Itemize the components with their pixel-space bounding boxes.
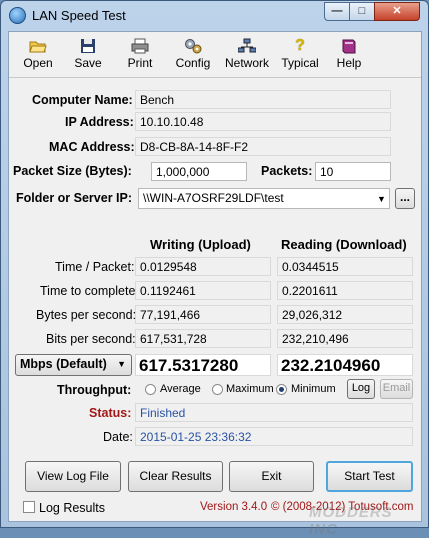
- title-bar[interactable]: LAN Speed Test — □ ✕: [1, 1, 428, 31]
- browse-button[interactable]: ...: [395, 188, 415, 209]
- config-button[interactable]: Config: [170, 36, 216, 76]
- network-button[interactable]: Network: [221, 36, 273, 76]
- bytes-per-second-read: 29,026,312: [277, 305, 413, 324]
- toolbar: Open Save Print Config Network ? Typical…: [9, 32, 421, 78]
- gears-icon: [184, 38, 202, 54]
- radio-maximum-label: Maximum: [226, 383, 274, 395]
- folder-label: Folder or Server IP:: [16, 191, 133, 205]
- book-icon: [340, 38, 358, 54]
- clear-results-button[interactable]: Clear Results: [128, 461, 223, 492]
- floppy-disk-icon: [79, 38, 97, 54]
- ip-address-label: IP Address:: [65, 115, 134, 129]
- date-value: 2015-01-25 23:36:32: [135, 427, 413, 446]
- mbps-read-value: 232.2104960: [277, 354, 413, 376]
- minimize-button[interactable]: —: [324, 2, 350, 21]
- unit-select[interactable]: Mbps (Default) ▼: [15, 354, 132, 376]
- time-per-packet-read: 0.0344515: [277, 257, 413, 276]
- bits-per-second-label: Bits per second:: [46, 332, 136, 346]
- exit-button[interactable]: Exit: [229, 461, 314, 492]
- status-value: Finished: [135, 403, 413, 422]
- mbps-write-value: 617.5317280: [135, 354, 271, 376]
- throughput-label: Throughput:: [57, 383, 132, 397]
- unit-select-value: Mbps (Default): [20, 357, 107, 371]
- print-button[interactable]: Print: [119, 36, 161, 76]
- app-window: LAN Speed Test — □ ✕ Open Save Print Con…: [0, 0, 429, 538]
- mac-address-field: D8-CB-8A-14-8F-F2: [135, 137, 391, 156]
- radio-average-label: Average: [160, 383, 201, 395]
- app-icon: [9, 7, 26, 24]
- printer-icon: [131, 38, 149, 54]
- mac-address-label: MAC Address:: [49, 140, 135, 154]
- question-icon: ?: [295, 37, 305, 54]
- save-button[interactable]: Save: [67, 36, 109, 76]
- open-button[interactable]: Open: [17, 36, 59, 76]
- folder-value: \\WIN-A7OSRF29LDF\test: [143, 191, 284, 205]
- time-to-complete-write: 0.1192461: [135, 281, 271, 300]
- view-log-file-button[interactable]: View Log File: [25, 461, 121, 492]
- window-title: LAN Speed Test: [32, 8, 126, 23]
- email-button[interactable]: Email: [380, 379, 413, 399]
- computer-name-label: Computer Name:: [32, 93, 133, 107]
- log-button[interactable]: Log: [347, 379, 375, 399]
- watermark-logo: MODDERS INC: [309, 504, 393, 538]
- radio-maximum[interactable]: [212, 384, 223, 395]
- log-results-label: Log Results: [39, 501, 106, 515]
- main-panel: Open Save Print Config Network ? Typical…: [8, 31, 422, 538]
- radio-minimum[interactable]: [276, 384, 287, 395]
- start-test-button[interactable]: Start Test: [326, 461, 413, 492]
- packet-size-input[interactable]: 1,000,000: [151, 162, 247, 181]
- time-per-packet-write: 0.0129548: [135, 257, 271, 276]
- writing-header: Writing (Upload): [150, 237, 251, 252]
- folder-combobox[interactable]: \\WIN-A7OSRF29LDF\test: [138, 188, 390, 209]
- chevron-down-icon: ▼: [117, 359, 126, 369]
- time-to-complete-read: 0.2201611: [277, 281, 413, 300]
- bits-per-second-read: 232,210,496: [277, 329, 413, 348]
- radio-average[interactable]: [145, 384, 156, 395]
- network-icon: [237, 38, 257, 54]
- status-label: Status:: [89, 406, 132, 420]
- computer-name-field: Bench: [135, 90, 391, 109]
- time-to-complete-label: Time to complete:: [40, 284, 139, 298]
- maximize-button[interactable]: □: [349, 2, 375, 21]
- radio-minimum-label: Minimum: [291, 383, 336, 395]
- folder-open-icon: [29, 38, 47, 54]
- bits-per-second-write: 617,531,728: [135, 329, 271, 348]
- reading-header: Reading (Download): [281, 237, 407, 252]
- packets-input[interactable]: 10: [315, 162, 391, 181]
- ip-address-field: 10.10.10.48: [135, 112, 391, 131]
- packets-label: Packets:: [261, 164, 313, 178]
- help-button[interactable]: Help: [329, 36, 369, 76]
- time-per-packet-label: Time / Packet:: [55, 260, 135, 274]
- bytes-per-second-write: 77,191,466: [135, 305, 271, 324]
- version-text: Version 3.4.0: [200, 501, 268, 513]
- log-results-checkbox[interactable]: [23, 501, 35, 513]
- typical-button[interactable]: ? Typical: [277, 36, 323, 76]
- chevron-down-icon[interactable]: ▼: [377, 194, 386, 204]
- date-label: Date:: [103, 430, 133, 444]
- close-button[interactable]: ✕: [374, 2, 420, 21]
- packet-size-label: Packet Size (Bytes):: [13, 164, 132, 178]
- bytes-per-second-label: Bytes per second:: [36, 308, 137, 322]
